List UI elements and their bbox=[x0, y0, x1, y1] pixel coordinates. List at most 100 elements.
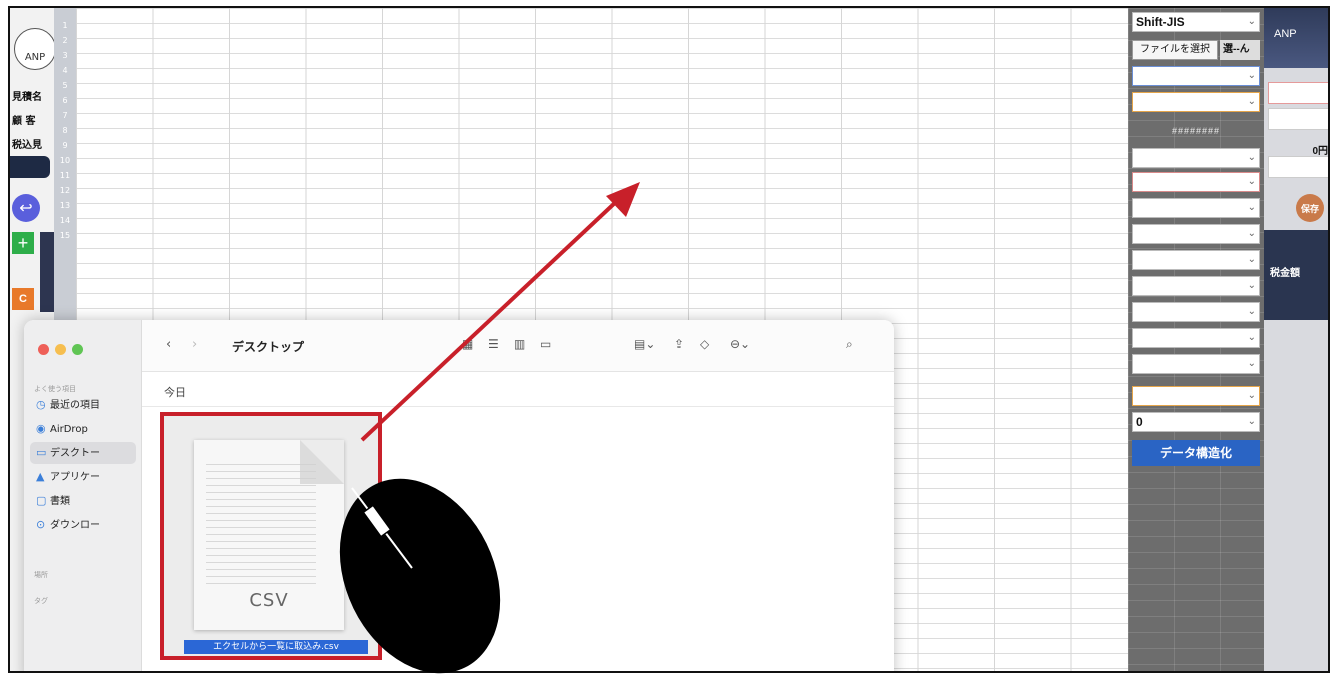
return-icon: ↩ bbox=[19, 200, 33, 217]
csv-type-label: CSV bbox=[249, 590, 289, 611]
chevron-down-icon: ⌄ bbox=[1247, 280, 1256, 291]
estimate-name-label: 見積名 bbox=[12, 92, 42, 103]
chevron-down-icon: ⌄ bbox=[1247, 306, 1256, 317]
csv-file-item[interactable]: CSV エクセルから一覧に取込み.csv bbox=[160, 412, 382, 660]
encoding-value: Shift-JIS bbox=[1136, 15, 1185, 29]
mapping-select-8[interactable]: ⌄ bbox=[1132, 276, 1260, 296]
mapping-select-7[interactable]: ⌄ bbox=[1132, 250, 1260, 270]
amount-label: 0円 bbox=[1312, 146, 1328, 157]
mapping-select-10[interactable]: ⌄ bbox=[1132, 328, 1260, 348]
number-select[interactable]: 0 ⌄ bbox=[1132, 412, 1260, 432]
sidebar-item-airdrop[interactable]: ◉ AirDrop bbox=[30, 418, 136, 440]
document-icon: ▢ bbox=[36, 494, 47, 507]
row-number: 6 bbox=[62, 96, 68, 105]
mapping-select-9[interactable]: ⌄ bbox=[1132, 302, 1260, 322]
tags-section-label: タグ bbox=[34, 597, 48, 605]
mapping-select-5[interactable]: ⌄ bbox=[1132, 198, 1260, 218]
mapping-select-12[interactable]: ⌄ bbox=[1132, 386, 1260, 406]
download-icon: ⊙ bbox=[36, 518, 46, 531]
plus-icon: + bbox=[17, 232, 29, 253]
sidebar-item-downloads[interactable]: ⊙ ダウンロー bbox=[30, 514, 136, 536]
row-number: 3 bbox=[62, 51, 68, 60]
tag-icon[interactable]: ◇ bbox=[700, 337, 709, 351]
clock-icon: ◷ bbox=[36, 398, 46, 411]
anp-logo: ANP bbox=[14, 28, 56, 70]
more-icon[interactable]: ⊖⌄ bbox=[730, 337, 750, 351]
row-number: 5 bbox=[62, 81, 68, 90]
encoding-select[interactable]: Shift-JIS ⌄ bbox=[1132, 12, 1260, 32]
chevron-down-icon: ⌄ bbox=[1247, 358, 1256, 369]
mapping-select-1[interactable]: ⌄ bbox=[1132, 66, 1260, 86]
mapping-select-2[interactable]: ⌄ bbox=[1132, 92, 1260, 112]
chevron-down-icon: ⌄ bbox=[1247, 202, 1256, 213]
search-icon[interactable]: ⌕ bbox=[846, 337, 853, 352]
chevron-down-icon: ⌄ bbox=[1247, 416, 1256, 427]
row-number: 10 bbox=[59, 156, 71, 165]
mapping-select-4[interactable]: ⌄ bbox=[1132, 172, 1260, 192]
share-icon[interactable]: ⇪ bbox=[674, 337, 684, 351]
gallery-view-icon[interactable]: ▭ bbox=[540, 337, 551, 351]
selected-file-label: 選--ん bbox=[1220, 40, 1260, 60]
document-preview-lines bbox=[206, 464, 316, 584]
chevron-down-icon: ⌄ bbox=[1247, 16, 1256, 27]
sidebar-item-label: ダウンロー bbox=[50, 520, 100, 531]
sidebar-item-label: 書類 bbox=[50, 496, 70, 507]
field-select[interactable] bbox=[1268, 108, 1328, 130]
number-select-value: 0 bbox=[1136, 415, 1143, 429]
tax-band: 税金額 bbox=[1264, 230, 1328, 320]
field-input[interactable] bbox=[1268, 82, 1328, 104]
minimize-window-icon[interactable] bbox=[55, 344, 66, 355]
row-number: 9 bbox=[62, 141, 68, 150]
sidebar-item-applications[interactable]: ▲ アプリケー bbox=[30, 466, 136, 488]
column-view-icon[interactable]: ▥ bbox=[514, 337, 525, 351]
forward-nav-icon[interactable]: › bbox=[192, 337, 197, 352]
chevron-down-icon: ⌄ bbox=[1247, 390, 1256, 401]
nav-bar-button[interactable] bbox=[10, 156, 50, 178]
add-button[interactable]: + bbox=[12, 232, 34, 254]
mapping-select-6[interactable]: ⌄ bbox=[1132, 224, 1260, 244]
sidebar-item-label: アプリケー bbox=[50, 472, 100, 483]
divider bbox=[142, 406, 894, 407]
data-structure-button[interactable]: データ構造化 bbox=[1132, 440, 1260, 466]
sidebar-item-label: デスクトー bbox=[50, 448, 100, 459]
close-window-icon[interactable] bbox=[38, 344, 49, 355]
chevron-down-icon: ⌄ bbox=[1247, 176, 1256, 187]
chevron-down-icon: ⌄ bbox=[1247, 332, 1256, 343]
mapping-select-3[interactable]: ⌄ bbox=[1132, 148, 1260, 168]
row-number-column: 1 2 3 4 5 6 7 8 9 10 11 12 13 14 15 bbox=[54, 8, 76, 328]
field-input[interactable] bbox=[1268, 156, 1328, 178]
csv-file-name[interactable]: エクセルから一覧に取込み.csv bbox=[184, 640, 368, 654]
sidebar-item-label: AirDrop bbox=[50, 424, 88, 435]
brand-header: ANP bbox=[1264, 8, 1328, 68]
customer-label: 顧 客 bbox=[12, 116, 36, 127]
back-button[interactable]: ↩ bbox=[12, 194, 40, 222]
finder-toolbar: ‹ › デスクトップ ▦ ☰ ▥ ▭ ▤⌄ ⇪ ◇ ⊖⌄ ⌕ bbox=[142, 320, 894, 372]
finder-title: デスクトップ bbox=[232, 340, 305, 354]
row-number: 8 bbox=[62, 126, 68, 135]
zoom-window-icon[interactable] bbox=[72, 344, 83, 355]
sidebar-item-documents[interactable]: ▢ 書類 bbox=[30, 490, 136, 512]
sidebar-item-recents[interactable]: ◷ 最近の項目 bbox=[30, 394, 136, 416]
sidebar-item-desktop[interactable]: ▭ デスクトー bbox=[30, 442, 136, 464]
icon-view-icon[interactable]: ▦ bbox=[462, 337, 473, 351]
row-number: 15 bbox=[59, 231, 71, 240]
save-button[interactable]: 保存 bbox=[1296, 194, 1324, 222]
mapping-select-11[interactable]: ⌄ bbox=[1132, 354, 1260, 374]
list-view-icon[interactable]: ☰ bbox=[488, 337, 499, 351]
row-number: 2 bbox=[62, 36, 68, 45]
locations-section-label: 場所 bbox=[34, 571, 48, 579]
row-number: 4 bbox=[62, 66, 68, 75]
c-button[interactable]: C bbox=[12, 288, 34, 310]
group-icon[interactable]: ▤⌄ bbox=[634, 337, 655, 351]
today-group-label: 今日 bbox=[164, 386, 186, 399]
apps-icon: ▲ bbox=[36, 470, 45, 483]
desktop-icon: ▭ bbox=[36, 446, 47, 459]
back-nav-icon[interactable]: ‹ bbox=[166, 337, 171, 352]
tax-amount-label: 税金額 bbox=[1270, 268, 1300, 279]
chevron-down-icon: ⌄ bbox=[1247, 152, 1256, 163]
screenshot-frame: ANP 見積名 顧 客 税込見 ↩ + C 1 2 3 4 5 6 7 8 9 … bbox=[8, 6, 1330, 673]
finder-sidebar: よく使う項目 ◷ 最近の項目 ◉ AirDrop ▭ デスクトー ▲ アプリケー ▢ 書類… bbox=[24, 320, 142, 671]
choose-file-button[interactable]: ファイルを選択 bbox=[1132, 40, 1218, 60]
row-number: 1 bbox=[62, 21, 68, 30]
chevron-down-icon: ⌄ bbox=[1247, 96, 1256, 107]
